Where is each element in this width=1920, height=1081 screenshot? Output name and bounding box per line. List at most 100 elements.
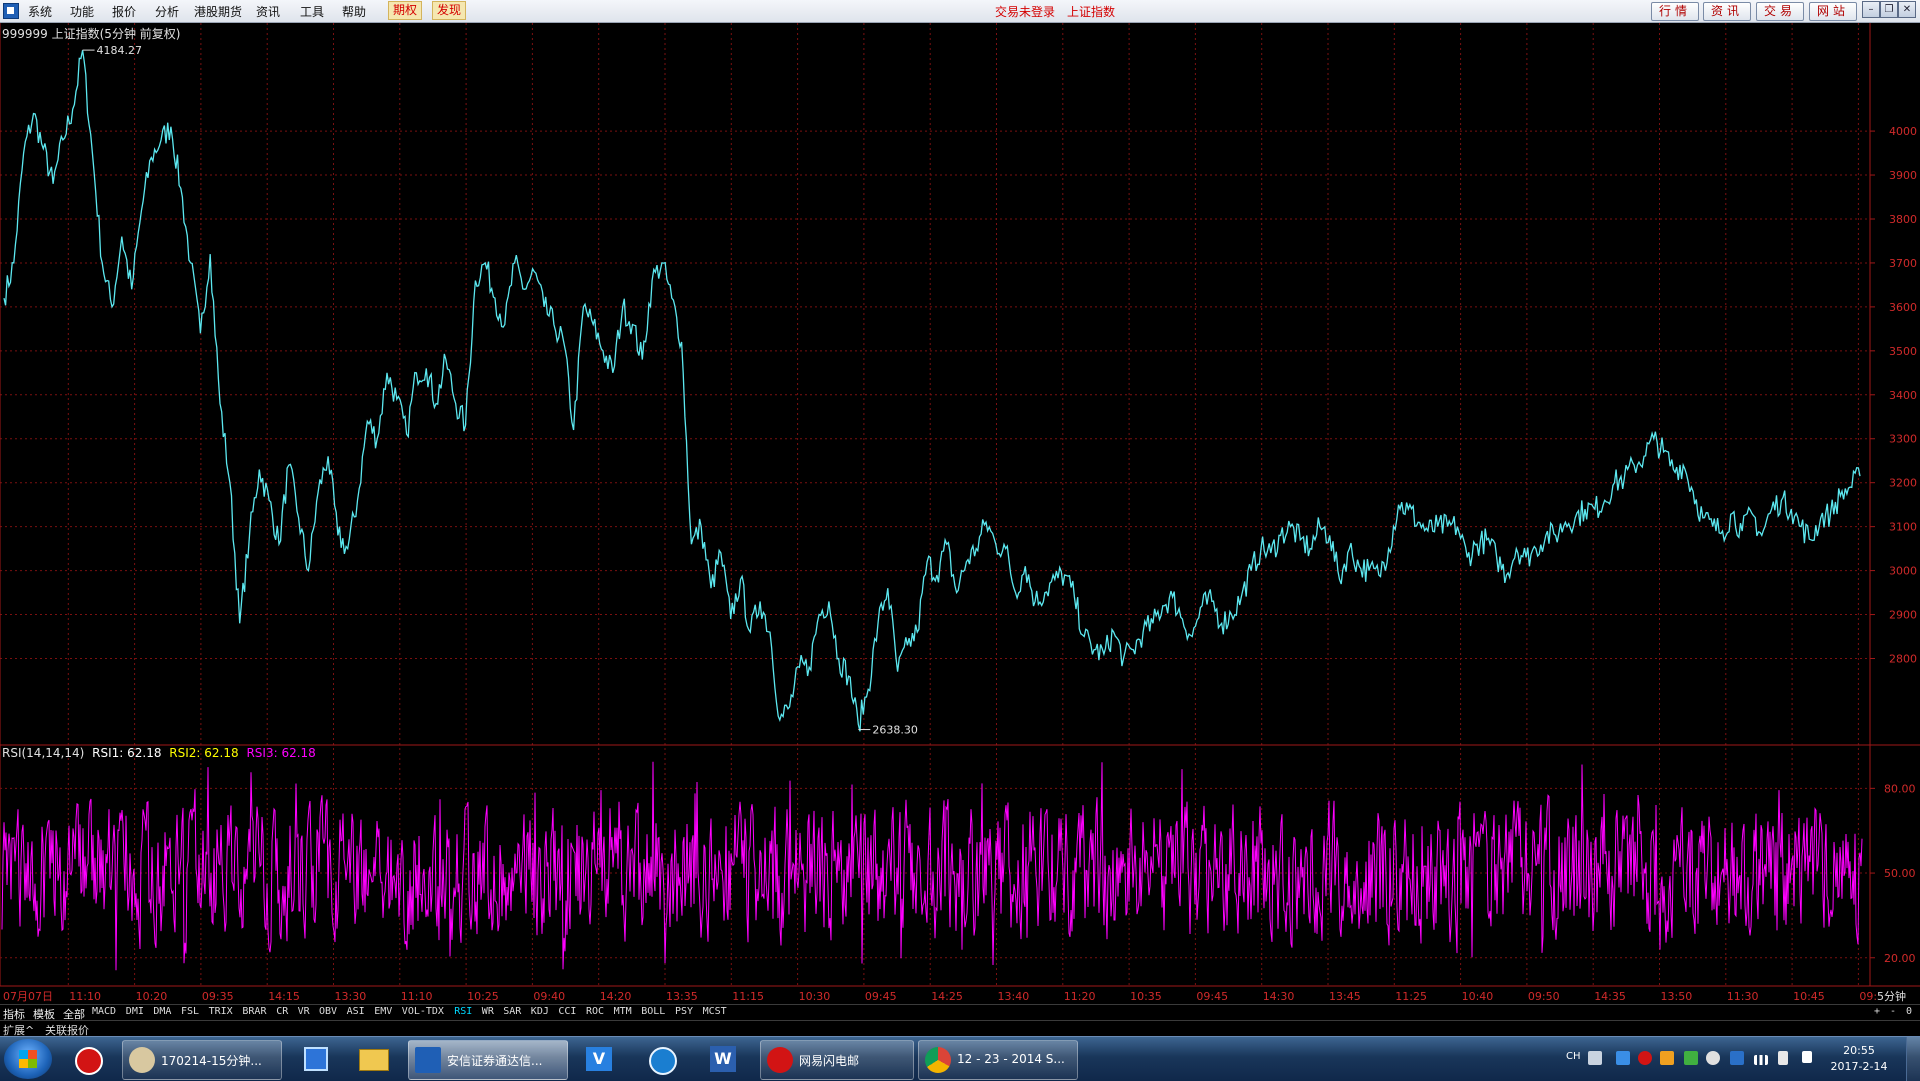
time-tick-label: 13:30 [335, 990, 367, 1003]
rsi-axis-labels: 80.00 50.00 20.00 [1870, 782, 1916, 965]
trade-button[interactable]: 交易 [1756, 2, 1804, 21]
price-chart[interactable]: 4000 3900 3800 3700 3600 3500 3400 3300 3200 3100… [0, 23, 1920, 1036]
keyboard-icon[interactable] [1588, 1051, 1602, 1065]
news-button[interactable]: 资讯 [1703, 2, 1751, 21]
app-icon [415, 1047, 441, 1073]
rsi-label: RSI(14,14,14) [2, 746, 85, 760]
pinned-app-icon[interactable] [292, 1041, 338, 1077]
restore-icon[interactable]: ❐ [1880, 1, 1898, 18]
indicator-psy[interactable]: PSY [675, 1006, 693, 1017]
menu-tools[interactable]: 工具 [300, 3, 324, 20]
tray-app-icon[interactable] [1706, 1051, 1720, 1065]
price-tick-label: 2800 [1889, 652, 1917, 665]
close-icon[interactable]: ✕ [1898, 1, 1916, 18]
price-tick-label: 3300 [1889, 433, 1917, 446]
period-label: 5分钟 [1877, 989, 1906, 1003]
indicator-macd[interactable]: MACD [92, 1006, 116, 1017]
indicator-asi[interactable]: ASI [347, 1006, 365, 1017]
task-mail-window[interactable]: 网易闪电邮 [760, 1040, 914, 1080]
flag-icon[interactable] [1802, 1051, 1812, 1063]
login-status-text: 交易未登录 上证指数 [995, 5, 1116, 19]
app-icon [129, 1047, 155, 1073]
time-tick-label: 13:50 [1661, 990, 1693, 1003]
tray-app-icon[interactable] [1660, 1051, 1674, 1065]
time-tick-label: 09:40 [533, 990, 565, 1003]
indicator-emv[interactable]: EMV [374, 1006, 392, 1017]
show-desktop-button[interactable] [1906, 1037, 1920, 1081]
windows-taskbar: 170214-15分钟... 安信证券通达信... V W 网易闪电邮 12 -… [0, 1036, 1920, 1081]
tab-discover[interactable]: 发现 [432, 1, 467, 20]
tray-app-icon[interactable] [1730, 1051, 1744, 1065]
indicator-wr[interactable]: WR [482, 1006, 494, 1017]
indicator-dmi[interactable]: DMI [126, 1006, 144, 1017]
task-chart-window[interactable]: 170214-15分钟... [122, 1040, 282, 1080]
volume-icon[interactable] [1778, 1051, 1788, 1065]
netease-tray-icon[interactable] [1638, 1051, 1652, 1065]
clock[interactable]: 20:55 2017-2-14 [1824, 1043, 1894, 1075]
minimize-icon[interactable]: – [1862, 1, 1880, 18]
rsi-tick-label: 50.00 [1884, 867, 1916, 880]
menu-system[interactable]: 系统 [28, 3, 52, 20]
indicator-dma[interactable]: DMA [153, 1006, 171, 1017]
indicator-bar: 指标 模板 全部 MACD DMI DMA FSL TRIX BRAR CR VR OBV ASI EMV… [0, 1004, 1920, 1021]
indicator-control[interactable]: - [1890, 1006, 1896, 1017]
high-low-annotations: 4184.27 2638.30 [82, 44, 918, 737]
chart-title: 999999 上证指数(5分钟 前复权) [2, 27, 181, 41]
price-tick-label: 4000 [1889, 125, 1917, 138]
price-tick-label: 3200 [1889, 477, 1917, 490]
task-chrome-window[interactable]: 12 - 23 - 2014 S... [918, 1040, 1078, 1080]
rsi-legend: RSI(14,14,14) RSI1: 62.18 RSI2: 62.18 RS… [2, 746, 316, 760]
menu-news[interactable]: 资讯 [256, 3, 280, 20]
indicator-kdj[interactable]: KDJ [531, 1006, 549, 1017]
time-tick-label: 09:45 [1196, 990, 1228, 1003]
indicator-control[interactable]: + [1874, 1006, 1880, 1017]
indicator-obv[interactable]: OBV [319, 1006, 337, 1017]
app-logo-icon[interactable] [3, 3, 19, 19]
network-icon[interactable] [1754, 1055, 1768, 1065]
menu-hk-futures[interactable]: 港股期货 [194, 3, 242, 20]
netease-pinned-icon[interactable] [64, 1041, 110, 1077]
v-app-icon[interactable]: V [576, 1041, 622, 1077]
time-tick-label: 11:30 [1727, 990, 1759, 1003]
tab-options[interactable]: 期权 [388, 1, 423, 20]
language-indicator[interactable]: CH [1566, 1051, 1581, 1062]
rsi3-value: RSI3: 62.18 [246, 746, 316, 760]
menu-function[interactable]: 功能 [70, 3, 94, 20]
tray-app-icon[interactable] [1684, 1051, 1698, 1065]
menu-bar: 系统 功能 报价 分析 港股期货 资讯 工具 帮助 期权 发现 交易未登录 上证… [0, 0, 1920, 23]
word-icon[interactable]: W [700, 1041, 746, 1077]
time-tick-label: 10:20 [136, 990, 168, 1003]
menu-quote[interactable]: 报价 [112, 3, 136, 20]
indicator-cr[interactable]: CR [276, 1006, 288, 1017]
price-tick-label: 3800 [1889, 213, 1917, 226]
task-tdx-window[interactable]: 安信证券通达信... [408, 1040, 568, 1080]
indicator-brar[interactable]: BRAR [242, 1006, 266, 1017]
indicator-trix[interactable]: TRIX [209, 1006, 233, 1017]
indicator-mcst[interactable]: MCST [703, 1006, 727, 1017]
indicator-vol-tdx[interactable]: VOL-TDX [402, 1006, 444, 1017]
indicator-cci[interactable]: CCI [558, 1006, 576, 1017]
rsi-line [1, 761, 1863, 971]
website-button[interactable]: 网站 [1809, 2, 1857, 21]
camera-app-icon[interactable] [638, 1041, 684, 1077]
indicator-vr[interactable]: VR [298, 1006, 310, 1017]
start-button-icon[interactable] [4, 1039, 52, 1079]
quote-button[interactable]: 行情 [1651, 2, 1699, 21]
indicator-boll[interactable]: BOLL [641, 1006, 665, 1017]
menu-help[interactable]: 帮助 [342, 3, 366, 20]
time-tick-label: 07月07日 [3, 990, 53, 1003]
indicator-control[interactable]: 0 [1906, 1006, 1912, 1017]
indicator-sar[interactable]: SAR [503, 1006, 521, 1017]
menu-analysis[interactable]: 分析 [155, 3, 179, 20]
tray-app-icon[interactable] [1616, 1051, 1630, 1065]
file-explorer-icon[interactable] [350, 1041, 396, 1077]
time-tick-label: 10:40 [1462, 990, 1494, 1003]
price-tick-label: 3400 [1889, 389, 1917, 402]
indicator-roc[interactable]: ROC [586, 1006, 604, 1017]
status-line: 扩展^ 关联报价 [0, 1020, 1920, 1037]
time-tick-label: 14:15 [268, 990, 300, 1003]
indicator-mtm[interactable]: MTM [614, 1006, 632, 1017]
price-tick-label: 3600 [1889, 301, 1917, 314]
indicator-rsi[interactable]: RSI [454, 1006, 472, 1017]
indicator-fsl[interactable]: FSL [181, 1006, 199, 1017]
